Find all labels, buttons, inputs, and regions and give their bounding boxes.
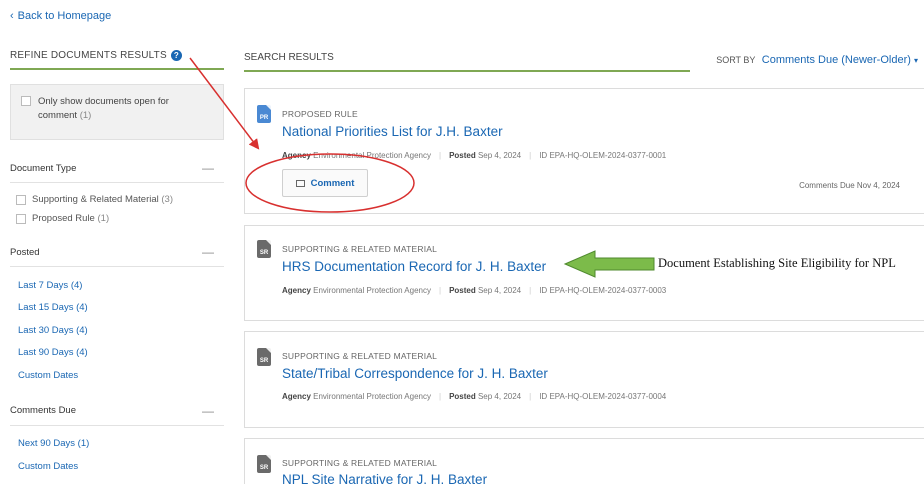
refine-header-label: REFINE DOCUMENTS RESULTS <box>10 49 167 61</box>
supporting-material-icon: SR <box>257 455 271 473</box>
document-kind: SUPPORTING & RELATED MATERIAL <box>282 351 438 361</box>
filter-supporting-material[interactable]: Supporting & Related Material (3) <box>10 190 224 209</box>
posted-last-30-days[interactable]: Last 30 Days (4) <box>10 319 224 342</box>
document-kind: PROPOSED RULE <box>282 109 358 119</box>
facet-document-type-title[interactable]: Document Type — <box>10 160 224 176</box>
result-card: PR PROPOSED RULE National Priorities Lis… <box>244 88 924 214</box>
facet-comments-due: Comments Due — Next 90 Days (1) Custom D… <box>10 403 224 478</box>
proposed-rule-icon: PR <box>257 105 271 123</box>
collapse-icon[interactable]: — <box>202 404 214 418</box>
search-results-header: SEARCH RESULTS <box>244 48 690 72</box>
open-for-comment-label: Only show documents open for comment (1) <box>38 96 169 121</box>
comments-due-date: Comments Due Nov 4, 2024 <box>799 181 900 190</box>
sort-dropdown[interactable]: Comments Due (Newer-Older) ▾ <box>762 54 918 66</box>
supporting-material-icon: SR <box>257 348 271 366</box>
collapse-icon[interactable]: — <box>202 245 214 259</box>
checkbox[interactable] <box>16 195 26 205</box>
posted-last-7-days[interactable]: Last 7 Days (4) <box>10 274 224 297</box>
sort-label: SORT BY <box>716 55 756 65</box>
comments-due-next-90-days[interactable]: Next 90 Days (1) <box>10 433 224 456</box>
document-meta: Agency Environmental Protection Agency | P… <box>282 392 667 401</box>
posted-custom-dates[interactable]: Custom Dates <box>10 364 224 387</box>
facet-posted: Posted — Last 7 Days (4) Last 15 Days (4… <box>10 244 224 387</box>
result-card: SR SUPPORTING & RELATED MATERIAL NPL Sit… <box>244 438 924 484</box>
filter-proposed-rule[interactable]: Proposed Rule (1) <box>10 209 224 228</box>
sort-control[interactable]: SORT BY Comments Due (Newer-Older) ▾ <box>716 54 918 66</box>
document-title-link[interactable]: National Priorities List for J.H. Baxter <box>282 124 503 139</box>
help-icon[interactable]: ? <box>170 49 182 61</box>
back-to-homepage-link[interactable]: ‹ Back to Homepage <box>10 10 111 22</box>
comment-button[interactable]: Comment <box>282 169 368 197</box>
result-card: SR SUPPORTING & RELATED MATERIAL HRS Doc… <box>244 225 924 321</box>
open-for-comment-filter[interactable]: Only show documents open for comment (1) <box>10 84 224 140</box>
posted-last-90-days[interactable]: Last 90 Days (4) <box>10 342 224 365</box>
supporting-material-icon: SR <box>257 240 271 258</box>
caret-down-icon: ▾ <box>913 56 918 65</box>
back-link-label: Back to Homepage <box>17 10 112 22</box>
comments-due-custom-dates[interactable]: Custom Dates <box>10 455 224 478</box>
document-meta: Agency Environmental Protection Agency | P… <box>282 151 667 160</box>
refine-sidebar: REFINE DOCUMENTS RESULTS ? Only show doc… <box>10 48 224 478</box>
facet-comments-due-title[interactable]: Comments Due — <box>10 403 224 419</box>
document-title-link[interactable]: HRS Documentation Record for J. H. Baxte… <box>282 259 546 274</box>
result-card: SR SUPPORTING & RELATED MATERIAL State/T… <box>244 331 924 428</box>
document-title-link[interactable]: State/Tribal Correspondence for J. H. Ba… <box>282 366 548 381</box>
document-kind: SUPPORTING & RELATED MATERIAL <box>282 458 438 468</box>
facet-document-type: Document Type — Supporting & Related Mat… <box>10 160 224 228</box>
chevron-left-icon: ‹ <box>10 10 14 22</box>
npl-annotation-label: Document Establishing Site Eligibility f… <box>658 256 896 270</box>
refine-header: REFINE DOCUMENTS RESULTS ? <box>10 48 224 70</box>
collapse-icon[interactable]: — <box>202 161 214 175</box>
document-title-link[interactable]: NPL Site Narrative for J. H. Baxter <box>282 472 487 484</box>
document-meta: Agency Environmental Protection Agency | P… <box>282 286 667 295</box>
checkbox[interactable] <box>16 214 26 224</box>
comment-icon <box>295 179 305 187</box>
facet-posted-title[interactable]: Posted — <box>10 244 224 260</box>
open-for-comment-checkbox[interactable] <box>21 96 31 106</box>
document-kind: SUPPORTING & RELATED MATERIAL <box>282 244 438 254</box>
posted-last-15-days[interactable]: Last 15 Days (4) <box>10 297 224 320</box>
